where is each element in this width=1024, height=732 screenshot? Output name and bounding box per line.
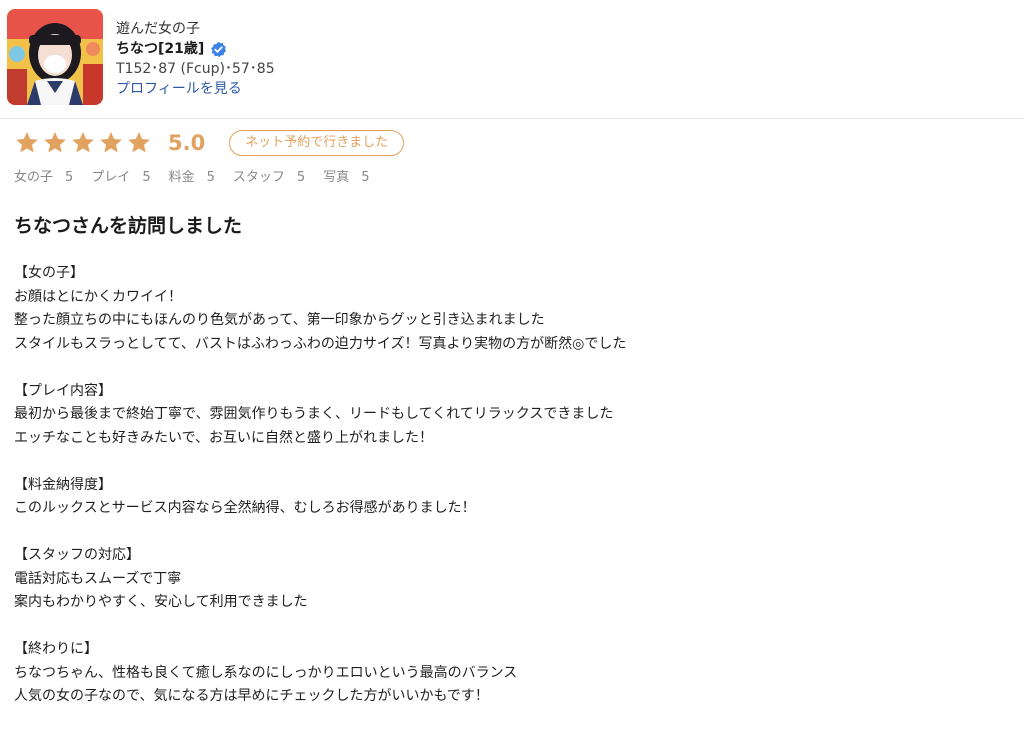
review-line: ちなつちゃん、性格も良くて癒し系なのにしっかりエロいという最高のバランス (14, 664, 518, 681)
review-line: 最初から最後まで終始丁寧で、雰囲気作りもうまく、リードもしてくれてリラックスでき… (14, 406, 614, 422)
star-rating (14, 130, 154, 156)
reservation-badge: ネット予約で行きました (229, 130, 405, 156)
section-heading: 【スタッフの対応】 (14, 547, 140, 563)
girl-stats: T152･87 (Fcup)･57･85 (116, 61, 275, 77)
verified-check-icon (210, 41, 227, 58)
star-icon (16, 131, 38, 153)
avatar-image (7, 9, 103, 105)
subscore-play: プレイ 5 (91, 170, 151, 185)
played-girl-label: 遊んだ女の子 (116, 21, 200, 37)
review-body: 【女の子】 お顔はとにかくカワイイ！ 整った顔立ちの中にもほんのり色気があって、… (14, 262, 1004, 732)
review-title: ちなつさんを訪問しました (14, 215, 243, 237)
review-line: 人気の女の子なので、気になる方は早めにチェックした方がいいかもです！ (14, 688, 489, 704)
review-section-price: 【料金納得度】 このルックスとサービス内容なら全然納得、むしろお得感がありました… (14, 474, 1004, 521)
subscore-photo: 写真 5 (323, 170, 370, 185)
star-icon (44, 131, 66, 153)
avatar[interactable] (7, 9, 103, 105)
review-section-girl: 【女の子】 お顔はとにかくカワイイ！ 整った顔立ちの中にもほんのり色気があって、… (14, 262, 1004, 356)
review-line: 電話対応もスムーズで丁寧 (14, 570, 182, 587)
review-line: 整った顔立ちの中にもほんのり色気があって、第一印象からグッと引き込まれました (14, 312, 545, 328)
review-line: お顔はとにかくカワイイ！ (14, 288, 182, 305)
review-section-closing: 【終わりに】 ちなつちゃん、性格も良くて癒し系なのにしっかりエロいという最高のバ… (14, 638, 1004, 709)
subscore-staff: スタッフ 5 (232, 170, 306, 185)
girl-name[interactable]: ちなつ[21歳] (116, 40, 204, 59)
subscores: 女の子 5 プレイ 5 料金 5 スタッフ 5 写真 5 (14, 166, 387, 185)
rating-row: 5.0 ネット予約で行きました (14, 130, 405, 156)
section-heading: 【終わりに】 (14, 641, 98, 657)
star-icon (72, 131, 94, 153)
review-line: エッチなことも好きみたいで、お互いに自然と盛り上がれました！ (14, 429, 434, 446)
star-icon (128, 131, 150, 153)
section-heading: 【女の子】 (14, 265, 84, 281)
subscore-price: 料金 5 (168, 170, 215, 185)
subscore-girl: 女の子 5 (14, 170, 74, 185)
profile-link[interactable]: プロフィールを見る (116, 80, 275, 99)
section-heading: 【料金納得度】 (14, 476, 112, 493)
review-line: スタイルもスラっとしてて、バストはふわっふわの迫力サイズ！写真より実物の方が断然… (14, 335, 627, 352)
review-line: このルックスとサービス内容なら全然納得、むしろお得感がありました！ (14, 500, 476, 516)
girl-header: 遊んだ女の子 ちなつ[21歳] T152･87 (Fcup)･57･85 プロフ… (0, 0, 1024, 119)
section-heading: 【プレイ内容】 (14, 382, 112, 399)
review-line: 案内もわかりやすく、安心して利用できました (14, 594, 308, 610)
rating-score: 5.0 (168, 131, 206, 155)
star-icon (100, 131, 122, 153)
review-section-play: 【プレイ内容】 最初から最後まで終始丁寧で、雰囲気作りもうまく、リードもしてくれ… (14, 380, 1004, 451)
review-section-staff: 【スタッフの対応】 電話対応もスムーズで丁寧 案内もわかりやすく、安心して利用で… (14, 544, 1004, 615)
